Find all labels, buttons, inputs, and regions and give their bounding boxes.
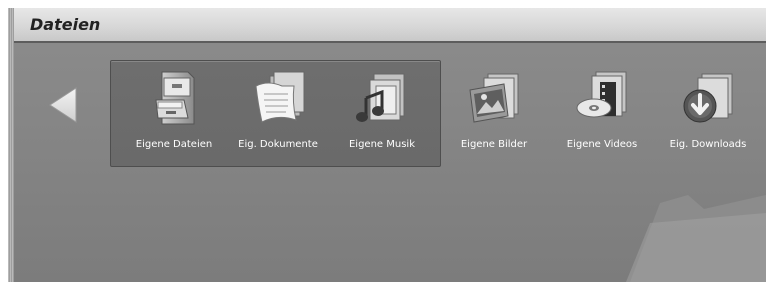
- title-bar: Dateien: [14, 8, 766, 43]
- videos-folder-icon: [576, 71, 627, 118]
- window-left-border: [8, 8, 14, 282]
- tile-label: Eigene Musik: [348, 139, 415, 150]
- background-folder-icon: [626, 195, 766, 282]
- tile-label: Eig. Downloads: [669, 139, 747, 150]
- tile-label: Eigene Bilder: [460, 139, 528, 150]
- tile-eig-downloads[interactable]: Eig. Downloads: [654, 66, 762, 161]
- triangle-left-icon: [49, 87, 77, 123]
- tile-label: Eigene Dateien: [135, 139, 213, 150]
- tile-eigene-videos[interactable]: Eigene Videos: [548, 66, 656, 161]
- back-button[interactable]: [46, 85, 80, 125]
- tile-eigene-dateien[interactable]: Eigene Dateien: [120, 66, 228, 161]
- documents-icon: [255, 71, 305, 123]
- tile-eigene-bilder[interactable]: Eigene Bilder: [440, 66, 548, 161]
- page-title: Dateien: [30, 15, 101, 34]
- file-cabinet-icon: [155, 71, 195, 125]
- pictures-folder-icon: [469, 73, 519, 123]
- downloads-folder-icon: [683, 73, 733, 123]
- music-folder-icon: [356, 73, 405, 122]
- tile-label: Eig. Dokumente: [238, 139, 318, 150]
- app-window: Dateien Eigene Dateien Eig. Dokumente Ei…: [8, 8, 766, 282]
- tile-eig-dokumente[interactable]: Eig. Dokumente: [224, 66, 332, 161]
- tile-label: Eigene Videos: [566, 139, 638, 150]
- tile-eigene-musik[interactable]: Eigene Musik: [328, 66, 436, 161]
